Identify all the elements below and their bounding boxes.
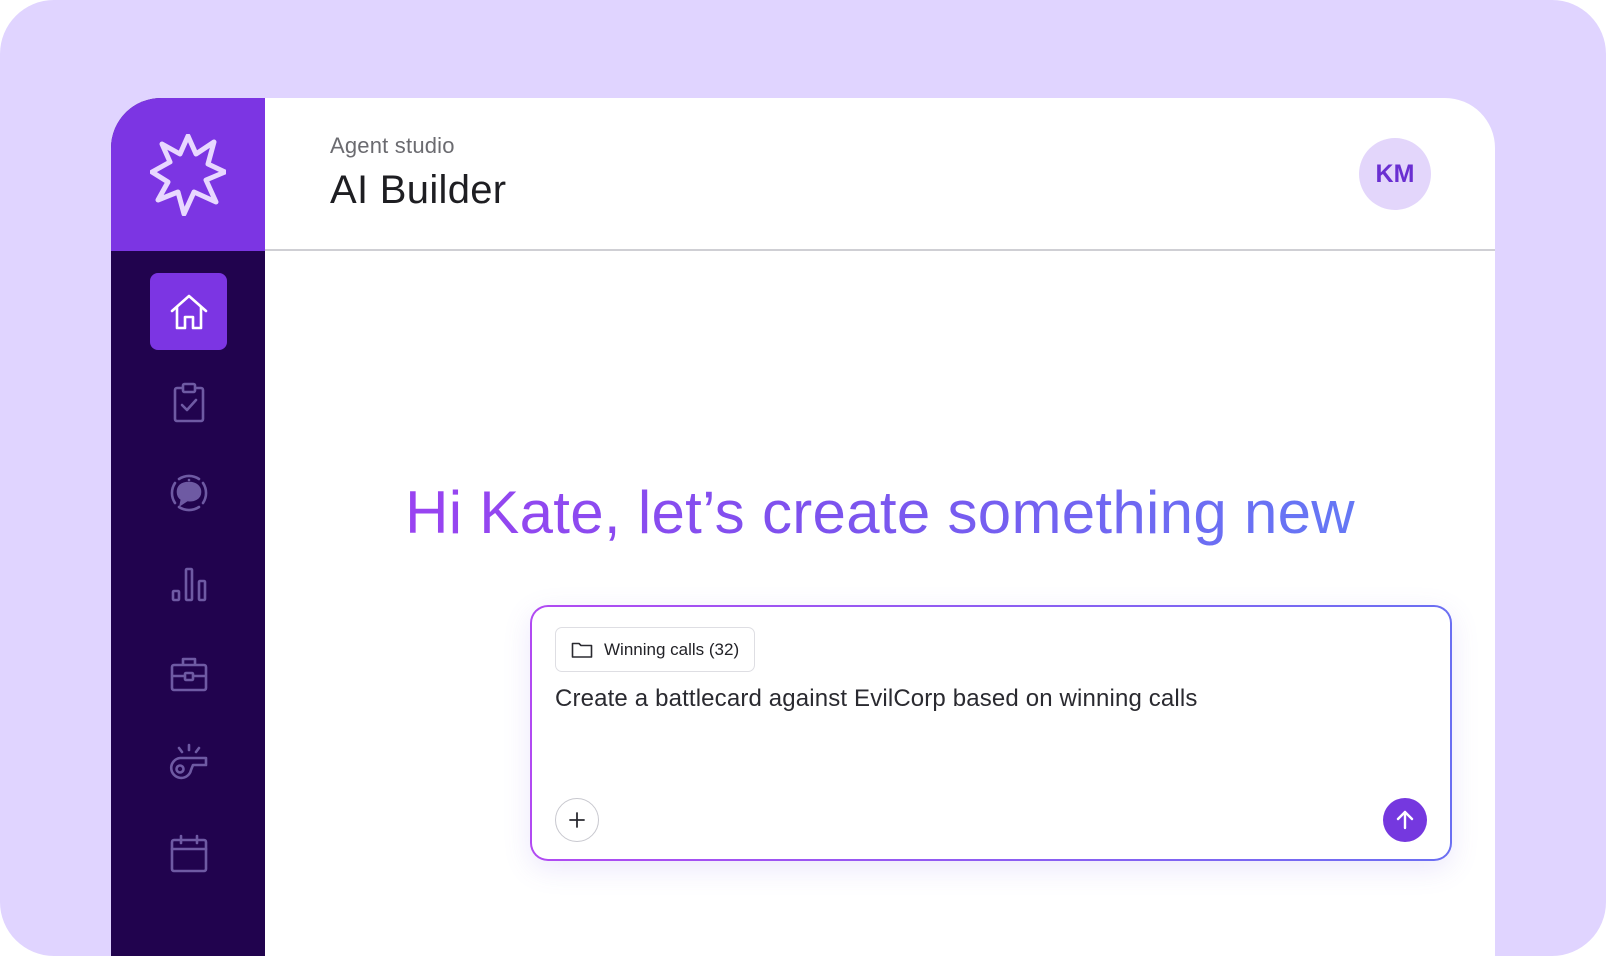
folder-icon (571, 642, 593, 658)
page-header: Agent studio AI Builder KM (265, 98, 1495, 251)
sidebar (111, 98, 265, 956)
arrow-up-icon (1396, 810, 1414, 830)
chat-bubble-icon (170, 474, 207, 511)
sidebar-item-home[interactable] (150, 273, 227, 350)
avatar[interactable]: KM (1359, 138, 1431, 210)
sidebar-item-analytics[interactable] (150, 544, 227, 621)
home-icon (170, 294, 207, 329)
sidebar-item-coaching[interactable] (150, 725, 227, 802)
sidebar-item-conversations[interactable] (150, 454, 227, 531)
greeting-heading: Hi Kate, let’s create something new (265, 478, 1495, 547)
prompt-input[interactable]: Create a battlecard against EvilCorp bas… (555, 685, 1420, 713)
whistle-icon (169, 743, 207, 779)
calendar-icon (170, 834, 207, 872)
prompt-composer: Winning calls (32) Create a battlecard a… (530, 605, 1452, 861)
send-button[interactable] (1383, 798, 1427, 842)
app-window: Agent studio AI Builder KM Hi Kate, let’… (111, 98, 1495, 956)
clipboard-check-icon (173, 382, 204, 422)
add-attachment-button[interactable] (555, 798, 599, 842)
page-subtitle: Agent studio (330, 133, 455, 158)
bar-chart-icon (171, 567, 206, 601)
briefcase-icon (170, 657, 207, 691)
page-title: AI Builder (330, 168, 507, 212)
sidebar-item-tasks[interactable] (150, 364, 227, 441)
logo[interactable] (111, 98, 265, 251)
context-chip[interactable]: Winning calls (32) (555, 627, 756, 672)
burst-logo-icon (150, 133, 226, 216)
plus-icon (569, 812, 585, 828)
sidebar-item-calendar[interactable] (150, 815, 227, 892)
context-chip-label: Winning calls (32) (604, 639, 740, 659)
page-backdrop: Agent studio AI Builder KM Hi Kate, let’… (0, 0, 1606, 956)
sidebar-item-deals[interactable] (150, 635, 227, 712)
